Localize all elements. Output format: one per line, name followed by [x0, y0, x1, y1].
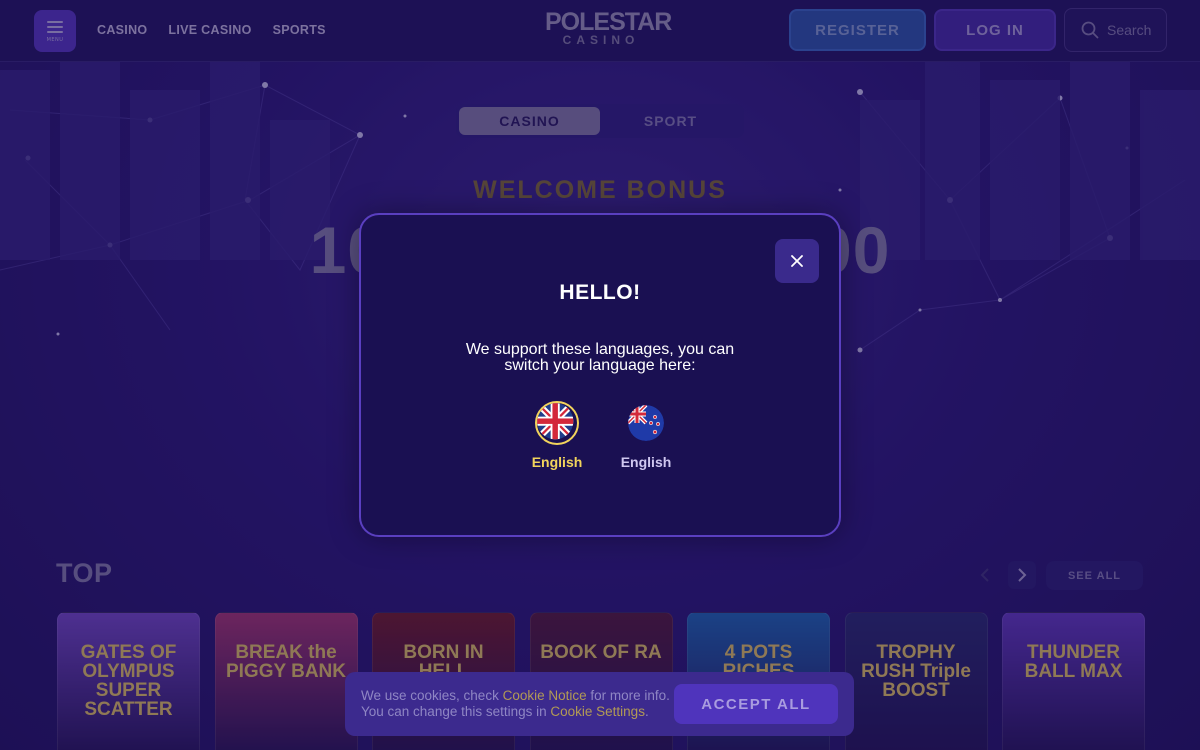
language-modal: HELLO! We support these languages, you c… [359, 213, 841, 537]
nz-flag-icon [628, 405, 664, 441]
cookie-text-part: We use cookies, check [361, 688, 503, 703]
modal-title: HELLO! [559, 281, 641, 304]
cookie-text-part: You can change this settings in [361, 704, 551, 719]
close-button[interactable] [775, 239, 819, 283]
uk-flag-icon [535, 401, 579, 445]
language-name: English [531, 454, 583, 470]
language-option-english-uk[interactable]: English [522, 401, 592, 470]
language-option-english-nz[interactable]: English [611, 401, 681, 470]
cookie-text-part: . [644, 704, 649, 719]
accept-all-button[interactable]: ACCEPT ALL [674, 684, 838, 724]
cookie-text: We use cookies, check Cookie Notice for … [361, 688, 681, 720]
cookie-settings-link[interactable]: Cookie Settings [550, 704, 645, 719]
modal-message: We support these languages, you can swit… [465, 341, 735, 374]
cookie-text-part: for more info. [586, 688, 670, 703]
cookie-banner: We use cookies, check Cookie Notice for … [345, 672, 854, 736]
close-icon [791, 255, 803, 267]
language-name: English [620, 454, 672, 470]
cookie-notice-link[interactable]: Cookie Notice [503, 688, 587, 703]
